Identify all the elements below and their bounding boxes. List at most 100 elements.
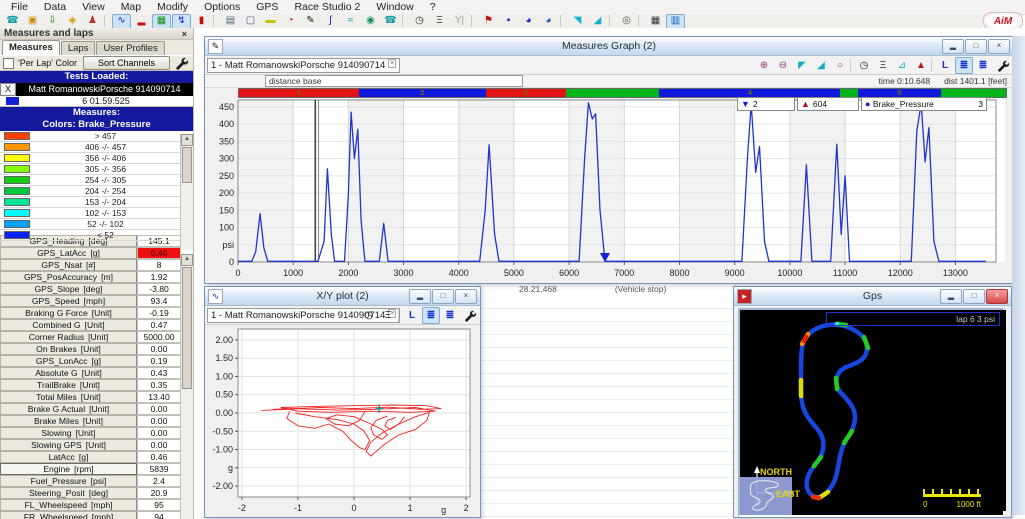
measure-label[interactable]: GPS_PosAccuracy[m] <box>0 271 137 283</box>
measure-label[interactable]: Engine[rpm] <box>0 463 137 475</box>
layout-single-icon[interactable]: L <box>936 57 954 74</box>
measure-label[interactable]: GPS_Speed[mph] <box>0 295 137 307</box>
measure-row[interactable]: Total Miles[Unit]13.40 <box>0 391 181 403</box>
measure-label[interactable]: Slowing GPS[Unit] <box>0 439 137 451</box>
menu-window[interactable]: Window <box>369 1 420 13</box>
lap-markers2-icon[interactable]: ◕ <box>539 14 558 29</box>
zoom-next-icon[interactable]: ◢ <box>812 57 830 74</box>
laps-background-window[interactable]: 28.21.468 (Vehicle stop) <box>478 282 736 519</box>
measure-label[interactable]: On Brakes[Unit] <box>0 343 137 355</box>
phone-icon[interactable]: ☎ <box>381 14 400 29</box>
distance-base-icon[interactable]: Ξ <box>430 14 449 29</box>
measure-row[interactable]: FL_Wheelspeed[mph]95 <box>0 499 181 511</box>
window-icon[interactable]: ▢ <box>241 14 260 29</box>
zoom-out-icon[interactable]: ⊖ <box>774 57 792 74</box>
measure-label[interactable]: GPS_Nsat[#] <box>0 259 137 271</box>
measure-row[interactable]: TrailBrake[Unit]0.35 <box>0 379 181 391</box>
lap-row[interactable]: 6 01.59.525 <box>0 96 193 107</box>
measure-row[interactable]: Slowing[Unit]0.00 <box>0 427 181 439</box>
color-scale-row[interactable]: 254 -/- 305 <box>0 175 181 186</box>
menu-options[interactable]: Options <box>197 1 247 13</box>
split-down-icon[interactable]: ◢ <box>588 14 607 29</box>
graph-settings-wrench-icon[interactable] <box>993 57 1011 74</box>
lap-segment[interactable] <box>840 89 858 97</box>
stopwatch-icon[interactable]: ◔ <box>281 14 300 29</box>
tab-close-icon[interactable]: × <box>388 59 396 68</box>
color-scale-row[interactable]: 356 -/- 406 <box>0 153 181 164</box>
measure-label[interactable]: Absolute G[Unit] <box>0 367 137 379</box>
color-scale-row[interactable]: 305 -/- 356 <box>0 164 181 175</box>
lap-color-swatch[interactable] <box>6 97 19 105</box>
spline-icon[interactable]: ≈ <box>341 14 360 29</box>
tab-measures[interactable]: Measures <box>2 40 60 55</box>
tab-laps[interactable]: Laps <box>61 41 96 55</box>
measures-graph-icon[interactable]: ▦ <box>152 14 171 29</box>
blue-window-icon[interactable]: ▪ <box>499 14 518 29</box>
window-title-bar[interactable]: Measures Graph (2) ✎ ▂ □ × <box>205 37 1013 56</box>
measure-row[interactable]: GPS_PosAccuracy[m]1.92 <box>0 271 181 283</box>
channel-settings-wrench-icon[interactable] <box>174 56 188 70</box>
menu-modify[interactable]: Modify <box>150 1 195 13</box>
menu-gps[interactable]: GPS <box>249 1 285 13</box>
legend-min-box[interactable]: ▼ 2 <box>737 97 795 111</box>
distance-base-icon[interactable]: Ξ <box>379 307 397 324</box>
measure-row[interactable]: Brake Miles[Unit]0.00 <box>0 415 181 427</box>
import-data-icon[interactable]: ⇩ <box>43 14 62 29</box>
lap-segment-1[interactable]: 1 <box>239 89 359 97</box>
measure-label[interactable]: LatAcc[g] <box>0 451 137 463</box>
measure-row[interactable]: Corner Radius[Unit]5000.00 <box>0 331 181 343</box>
layout-split-icon[interactable]: ≣ <box>422 307 440 324</box>
brake-pressure-graph[interactable]: 0100020003000400050006000700080009000100… <box>205 98 1005 286</box>
measure-row[interactable]: GPS_Speed[mph]93.4 <box>0 295 181 307</box>
driver-icon[interactable]: ♟ <box>83 14 102 29</box>
legend-max-box[interactable]: ▲ 604 <box>797 97 859 111</box>
color-scale-row[interactable]: > 457 <box>0 131 181 142</box>
layout-single-icon[interactable]: L <box>403 307 421 324</box>
phone-download-icon[interactable]: ☎ <box>3 14 22 29</box>
test-tab[interactable]: 1 - Matt RomanowskiPorsche 914090714 × <box>207 58 400 73</box>
graph-settings-wrench-icon[interactable] <box>460 307 478 324</box>
color-scale-row[interactable]: 52 -/- 102 <box>0 219 181 230</box>
xy-plot-icon[interactable]: ↯ <box>172 14 191 29</box>
measure-row[interactable]: GPS_LatAcc[g]0.40 <box>0 247 181 259</box>
menu-race-studio-2[interactable]: Race Studio 2 <box>287 1 367 13</box>
measure-row[interactable]: Combined G[Unit]0.47 <box>0 319 181 331</box>
zoom-in-icon[interactable]: ⊕ <box>755 57 773 74</box>
time-base-icon[interactable]: ◷ <box>410 14 429 29</box>
measure-label[interactable]: Corner Radius[Unit] <box>0 331 137 343</box>
measure-row[interactable]: Steering_Posit[deg]20.9 <box>0 487 181 499</box>
scroll-up-icon[interactable]: ▲ <box>181 254 193 266</box>
measure-row[interactable]: Brake G Actual[Unit]0.00 <box>0 403 181 415</box>
lap-segment-4[interactable]: 4 <box>659 89 840 97</box>
menu-file[interactable]: File <box>4 1 35 13</box>
measure-row[interactable]: Absolute G[Unit]0.43 <box>0 367 181 379</box>
panel-close-icon[interactable]: × <box>180 29 189 39</box>
measure-label[interactable]: TrailBrake[Unit] <box>0 379 137 391</box>
menu-map[interactable]: Map <box>114 1 148 13</box>
minimize-button[interactable]: ▂ <box>409 289 431 304</box>
measure-label[interactable]: Fuel_Pressure[psi] <box>0 475 137 487</box>
lap-segment[interactable] <box>566 89 660 97</box>
menu--[interactable]: ? <box>423 1 443 13</box>
y1-axis-icon[interactable]: Y| <box>450 14 469 29</box>
measure-row[interactable]: FR_Wheelspeed[mph]94 <box>0 511 181 519</box>
zoom-previous-icon[interactable]: ◤ <box>793 57 811 74</box>
measure-label[interactable]: GPS_LonAcc[g] <box>0 355 137 367</box>
color-scale-row[interactable]: 153 -/- 204 <box>0 197 181 208</box>
measure-row[interactable]: On Brakes[Unit]0.00 <box>0 343 181 355</box>
color-scale-row[interactable]: 102 -/- 153 <box>0 208 181 219</box>
test-remove-button[interactable]: X <box>0 83 16 96</box>
per-lap-color-checkbox[interactable] <box>3 58 14 69</box>
report-window-icon[interactable]: ▤ <box>221 14 240 29</box>
line-graph-icon[interactable]: ∿ <box>112 14 131 29</box>
layout-split-icon[interactable]: ≣ <box>955 57 973 74</box>
window-title-bar[interactable]: X/Y plot (2) ∿ ▂ □ × <box>205 287 480 306</box>
sort-channels-button[interactable]: Sort Channels <box>83 56 170 70</box>
menu-view[interactable]: View <box>75 1 112 13</box>
measure-label[interactable]: FR_Wheelspeed[mph] <box>0 511 137 519</box>
measure-row[interactable]: Slowing GPS[Unit]0.00 <box>0 439 181 451</box>
distance-base-icon[interactable]: Ξ <box>874 57 892 74</box>
measure-label[interactable]: Brake G Actual[Unit] <box>0 403 137 415</box>
close-button[interactable]: × <box>988 39 1010 54</box>
tab-user-profiles[interactable]: User Profiles <box>96 41 164 55</box>
